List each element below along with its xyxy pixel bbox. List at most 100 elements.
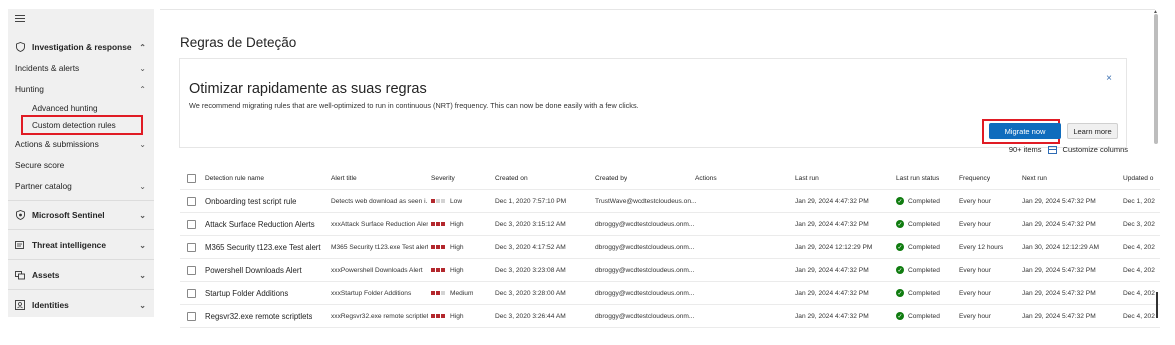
table-row[interactable]: Attack Surface Reduction Alerts xxxAttack… [180, 213, 1160, 236]
sidebar-item-actions[interactable]: Actions & submissions ⌄ [15, 135, 146, 153]
row-checkbox[interactable] [187, 282, 196, 304]
learn-more-button[interactable]: Learn more [1067, 123, 1118, 139]
table-row[interactable]: Onboarding test script rule Detects web d… [180, 190, 1160, 213]
table-row[interactable]: Startup Folder Additions xxxStartup Folde… [180, 282, 1160, 305]
customize-columns-icon[interactable] [1047, 145, 1057, 154]
col-header-name[interactable]: Detection rule name [205, 167, 264, 189]
col-header-alert[interactable]: Alert title [331, 167, 357, 189]
cell-created-by: dbroggy@wcdtestcloudeus.onm... [595, 289, 695, 297]
cell-updated: Dec 4, 202 [1123, 266, 1155, 274]
divider [8, 259, 154, 260]
sidebar-nav: Investigation & response ⌃ Incidents & a… [8, 9, 154, 317]
cell-name[interactable]: Onboarding test script rule [205, 190, 296, 212]
sidebar-item-assets[interactable]: Assets ⌄ [15, 266, 146, 284]
cell-created-on: Dec 3, 2020 3:23:08 AM [495, 266, 566, 274]
row-checkbox[interactable] [187, 213, 196, 235]
severity-label: High [450, 220, 464, 228]
severity-cell: High [431, 305, 464, 327]
table-row[interactable]: M365 Security t123.exe Test alert M365 Se… [180, 236, 1160, 259]
sidebar-item-sentinel[interactable]: Microsoft Sentinel ⌄ [15, 206, 146, 224]
status-label: Completed [908, 243, 940, 251]
cell-updated: Dec 3, 202 [1123, 220, 1155, 228]
status-label: Completed [908, 266, 940, 274]
status-cell: ✓ Completed [896, 305, 940, 327]
col-header-last-run[interactable]: Last run [795, 167, 819, 189]
migrate-now-button[interactable]: Migrate now [989, 123, 1061, 139]
sidebar-item-label: Advanced hunting [32, 103, 98, 113]
severity-cell: High [431, 236, 464, 258]
col-header-next-run[interactable]: Next run [1022, 167, 1047, 189]
close-icon[interactable]: × [1106, 73, 1112, 84]
vertical-scrollbar[interactable] [1154, 14, 1158, 144]
cell-frequency: Every hour [959, 312, 991, 320]
cell-alert: M365 Security t123.exe Test alert [331, 243, 428, 251]
chevron-down-icon: ⌄ [139, 270, 146, 280]
sidebar-item-incidents[interactable]: Incidents & alerts ⌄ [15, 59, 146, 77]
cell-name[interactable]: Attack Surface Reduction Alerts [205, 213, 315, 235]
status-cell: ✓ Completed [896, 236, 940, 258]
table-toolbar: 90+ items Customize columns [1009, 145, 1128, 154]
status-cell: ✓ Completed [896, 190, 940, 212]
row-checkbox[interactable] [187, 305, 196, 327]
cell-created-by: dbroggy@wcdtestcloudeus.onm... [595, 220, 695, 228]
cell-alert: xxxRegsvr32.exe remote scriptlets [331, 312, 428, 320]
col-header-created-by[interactable]: Created by [595, 167, 627, 189]
severity-label: High [450, 266, 464, 274]
sidebar-item-label: Actions & submissions [15, 139, 99, 149]
cell-name[interactable]: Startup Folder Additions [205, 282, 288, 304]
cell-name[interactable]: Powershell Downloads Alert [205, 259, 302, 281]
cell-created-on: Dec 3, 2020 4:17:52 AM [495, 243, 566, 251]
sidebar-item-label: Investigation & response [32, 42, 132, 52]
sidebar-item-label: Secure score [15, 160, 65, 170]
checkmark-circle-icon: ✓ [896, 197, 904, 205]
table-row[interactable]: Powershell Downloads Alert xxxPowershell … [180, 259, 1160, 282]
chevron-down-icon: ⌄ [139, 210, 146, 220]
cell-next-run: Jan 29, 2024 5:47:32 PM [1022, 266, 1096, 274]
col-header-actions[interactable]: Actions [695, 167, 717, 189]
chevron-down-icon: ⌄ [139, 139, 146, 149]
severity-bars-icon [431, 222, 445, 226]
chevron-down-icon: ⌄ [139, 181, 146, 191]
severity-label: High [450, 243, 464, 251]
chevron-down-icon: ⌄ [139, 300, 146, 310]
sidebar-item-hunting[interactable]: Hunting ⌃ [15, 80, 146, 98]
sidebar-item-threat-intel[interactable]: Threat intelligence ⌄ [15, 236, 146, 254]
cell-created-on: Dec 1, 2020 7:57:10 PM [495, 197, 567, 205]
severity-bars-icon [431, 199, 445, 203]
status-label: Completed [908, 197, 940, 205]
optimize-banner: Otimizar rapidamente as suas regras We r… [179, 58, 1127, 148]
severity-bars-icon [431, 245, 445, 249]
customize-columns-button[interactable]: Customize columns [1063, 145, 1128, 154]
sidebar-item-investigation[interactable]: Investigation & response ⌃ [15, 38, 146, 56]
hamburger-menu-icon[interactable] [15, 15, 25, 25]
select-all-checkbox[interactable] [187, 167, 196, 189]
page-title: Regras de Deteção [180, 35, 297, 50]
col-header-last-run-status[interactable]: Last run status [896, 167, 939, 189]
col-header-updated[interactable]: Updated o [1123, 167, 1160, 189]
row-checkbox[interactable] [187, 190, 196, 212]
table-scrollbar[interactable] [1156, 292, 1158, 318]
col-header-severity[interactable]: Severity [431, 167, 455, 189]
row-checkbox[interactable] [187, 236, 196, 258]
cell-alert: xxxAttack Surface Reduction Alert [331, 220, 428, 228]
table-row[interactable]: Regsvr32.exe remote scriptlets xxxRegsvr3… [180, 305, 1160, 328]
item-count: 90+ items [1008, 145, 1042, 154]
row-checkbox[interactable] [187, 259, 196, 281]
cell-updated: Dec 4, 202 [1123, 243, 1155, 251]
sidebar-item-partner-catalog[interactable]: Partner catalog ⌄ [15, 177, 146, 195]
severity-cell: High [431, 213, 464, 235]
cell-name[interactable]: Regsvr32.exe remote scriptlets [205, 305, 312, 327]
sidebar-item-secure-score[interactable]: Secure score [15, 156, 146, 174]
severity-label: Medium [450, 289, 474, 297]
sidebar-item-advanced-hunting[interactable]: Advanced hunting [32, 100, 146, 116]
cell-name[interactable]: M365 Security t123.exe Test alert [205, 236, 321, 258]
cell-updated: Dec 1, 202 [1123, 197, 1155, 205]
cell-created-on: Dec 3, 2020 3:28:00 AM [495, 289, 566, 297]
col-header-frequency[interactable]: Frequency [959, 167, 990, 189]
checkmark-circle-icon: ✓ [896, 289, 904, 297]
divider [8, 289, 154, 290]
sidebar-item-identities[interactable]: Identities ⌄ [15, 296, 146, 314]
col-header-created-on[interactable]: Created on [495, 167, 528, 189]
cell-frequency: Every 12 hours [959, 243, 1004, 251]
banner-title: Otimizar rapidamente as suas regras [189, 81, 427, 97]
